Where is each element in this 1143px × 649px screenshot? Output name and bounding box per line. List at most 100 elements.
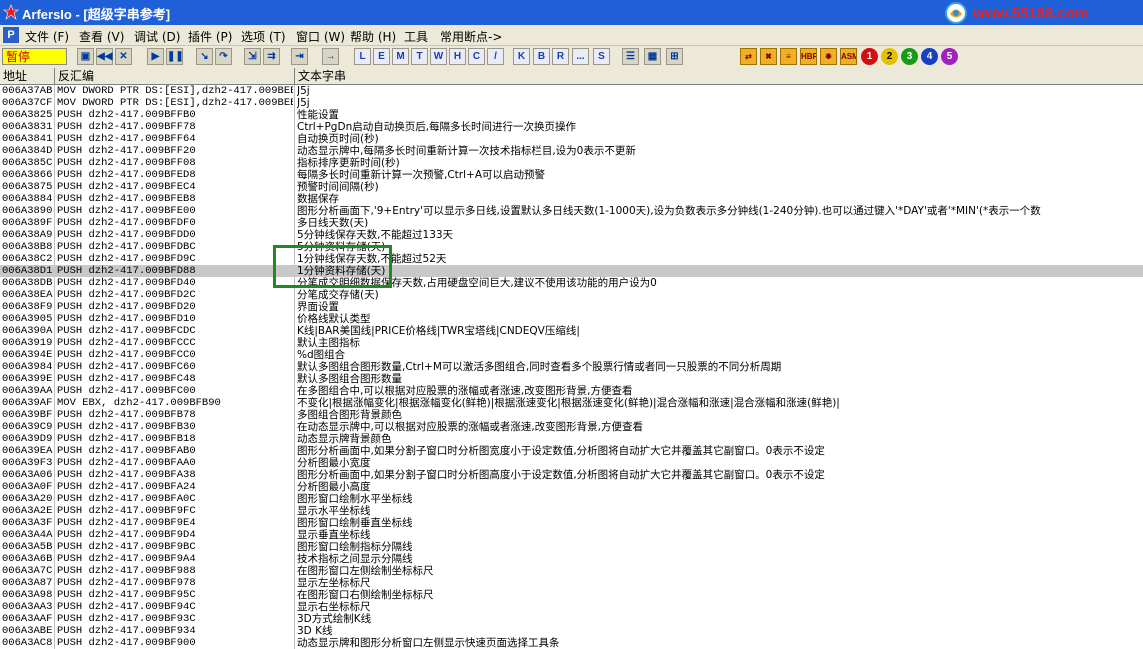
table-row[interactable]: 006A3AC8 PUSH dzh2-417.009BF900 动态显示牌和图形分析… <box>0 637 1143 649</box>
table-row[interactable]: 006A39C9 PUSH dzh2-417.009BFB30 在动态显示牌中,可以… <box>0 421 1143 433</box>
menu-tools[interactable]: 工具 <box>404 28 428 45</box>
table-row[interactable]: 006A37CF MOV DWORD PTR DS:[ESI],dzh2-417.… <box>0 97 1143 109</box>
table-row[interactable]: 006A3ABE PUSH dzh2-417.009BF934 3D K线 <box>0 625 1143 637</box>
open-icon[interactable]: ▣ <box>77 48 94 65</box>
table-row[interactable]: 006A39BF PUSH dzh2-417.009BFB78 多图组合图形背景颜色 <box>0 409 1143 421</box>
menu-file[interactable]: 文件 (F) <box>25 28 69 45</box>
table-row[interactable]: 006A38D1 PUSH dzh2-417.009BFD88 1分钟资料存储(天) <box>0 265 1143 277</box>
breakpoint-5-button[interactable]: 5 <box>941 48 958 65</box>
step-into-icon[interactable]: ↘ <box>196 48 213 65</box>
table-row[interactable]: 006A38DB PUSH dzh2-417.009BFD40 分笔成交明细数据保存… <box>0 277 1143 289</box>
table-row[interactable]: 006A3919 PUSH dzh2-417.009BFCCC 默认主图指标 <box>0 337 1143 349</box>
menu-view[interactable]: 查看 (V) <box>79 28 124 45</box>
run-icon[interactable]: ▶ <box>147 48 164 65</box>
table-row[interactable]: 006A3A3F PUSH dzh2-417.009BF9E4 图形窗口绘制垂直坐标… <box>0 517 1143 529</box>
breakpoint-4-button[interactable]: 4 <box>921 48 938 65</box>
trace-over-icon[interactable]: ⇉ <box>263 48 280 65</box>
breakpoint-3-button[interactable]: 3 <box>901 48 918 65</box>
menu-options[interactable]: 选项 (T) <box>241 28 286 45</box>
table-row[interactable]: 006A3875 PUSH dzh2-417.009BFEC4 预警时间间隔(秒) <box>0 181 1143 193</box>
table-row[interactable]: 006A38EA PUSH dzh2-417.009BFD2C 分笔成交存储(天) <box>0 289 1143 301</box>
toolbar-btn-B[interactable]: B <box>533 48 550 65</box>
table-row[interactable]: 006A38C2 PUSH dzh2-417.009BFD9C 1分钟线保存天数,不… <box>0 253 1143 265</box>
toolbar-btn-M[interactable]: M <box>392 48 409 65</box>
table-row[interactable]: 006A39AF MOV EBX, dzh2-417.009BFB90 不变化|根据… <box>0 397 1143 409</box>
plugin-gear-icon[interactable]: ✹ <box>820 48 837 65</box>
toolbar-btn-more[interactable]: ... <box>572 48 589 65</box>
table-row[interactable]: 006A3831 PUSH dzh2-417.009BFF78 Ctrl+PgDn启… <box>0 121 1143 133</box>
toolbar-btn-E[interactable]: E <box>373 48 390 65</box>
table-row[interactable]: 006A3984 PUSH dzh2-417.009BFC60 默认多图组合图形数量… <box>0 361 1143 373</box>
asm-button[interactable]: ASM <box>840 48 857 65</box>
plugin-script-icon[interactable]: ≡ <box>780 48 797 65</box>
toolbar-btn-T[interactable]: T <box>411 48 428 65</box>
list-icon[interactable]: ☰ <box>622 48 639 65</box>
plugin-cross-icon[interactable]: ✖ <box>760 48 777 65</box>
table-row[interactable]: 006A385C PUSH dzh2-417.009BFF08 指标排序更新时间(秒… <box>0 157 1143 169</box>
step-over-icon[interactable]: ↷ <box>215 48 232 65</box>
toolbar-btn-L[interactable]: L <box>354 48 371 65</box>
hbp-button[interactable]: HBP <box>800 48 817 65</box>
close-icon[interactable]: ✕ <box>115 48 132 65</box>
table-row[interactable]: 006A37AB MOV DWORD PTR DS:[ESI],dzh2-417.… <box>0 85 1143 97</box>
plugin-arrows-icon[interactable]: ⇄ <box>740 48 757 65</box>
column-header-text[interactable]: 文本字串 <box>298 68 346 84</box>
table-row[interactable]: 006A38A9 PUSH dzh2-417.009BFDD0 5分钟线保存天数,不… <box>0 229 1143 241</box>
column-divider[interactable] <box>54 68 55 84</box>
trace-into-icon[interactable]: ⇲ <box>244 48 261 65</box>
menu-plugins[interactable]: 插件 (P) <box>188 28 232 45</box>
table-row[interactable]: 006A399E PUSH dzh2-417.009BFC48 默认多图组合图形数量 <box>0 373 1143 385</box>
table-row[interactable]: 006A3A87 PUSH dzh2-417.009BF978 显示左坐标标尺 <box>0 577 1143 589</box>
toolbar-btn-S[interactable]: S <box>593 48 610 65</box>
table-row[interactable]: 006A3A4A PUSH dzh2-417.009BF9D4 显示垂直坐标线 <box>0 529 1143 541</box>
table-row[interactable]: 006A384D PUSH dzh2-417.009BFF20 动态显示牌中,每隔多… <box>0 145 1143 157</box>
goto-icon[interactable]: → <box>322 48 339 65</box>
breakpoint-2-button[interactable]: 2 <box>881 48 898 65</box>
table-row[interactable]: 006A3905 PUSH dzh2-417.009BFD10 价格线默认类型 <box>0 313 1143 325</box>
table-row[interactable]: 006A3884 PUSH dzh2-417.009BFEB8 数据保存 <box>0 193 1143 205</box>
table-row[interactable]: 006A3890 PUSH dzh2-417.009BFE00 图形分析画面下,'9… <box>0 205 1143 217</box>
menu-window[interactable]: 窗口 (W) <box>296 28 345 45</box>
table-row[interactable]: 006A38F9 PUSH dzh2-417.009BFD20 界面设置 <box>0 301 1143 313</box>
toolbar-btn-W[interactable]: W <box>430 48 447 65</box>
table-row[interactable]: 006A394E PUSH dzh2-417.009BFCC0 %d图组合 <box>0 349 1143 361</box>
menu-help[interactable]: 帮助 (H) <box>350 28 396 45</box>
table-row[interactable]: 006A39EA PUSH dzh2-417.009BFAB0 图形分析画面中,如果… <box>0 445 1143 457</box>
toolbar-btn-C[interactable]: C <box>468 48 485 65</box>
table-row[interactable]: 006A3A5B PUSH dzh2-417.009BF9BC 图形窗口绘制指标分隔… <box>0 541 1143 553</box>
column-divider[interactable] <box>294 68 295 84</box>
table-row[interactable]: 006A390A PUSH dzh2-417.009BFCDC K线|BAR美国线|… <box>0 325 1143 337</box>
table-row[interactable]: 006A3841 PUSH dzh2-417.009BFF64 自动换页时间(秒) <box>0 133 1143 145</box>
table-row[interactable]: 006A3825 PUSH dzh2-417.009BFFB0 性能设置 <box>0 109 1143 121</box>
table-row[interactable]: 006A38B8 PUSH dzh2-417.009BFDBC 5分钟资料存储(天) <box>0 241 1143 253</box>
breakpoint-1-button[interactable]: 1 <box>861 48 878 65</box>
table-row[interactable]: 006A3A7C PUSH dzh2-417.009BF988 在图形窗口左侧绘制坐… <box>0 565 1143 577</box>
table-row[interactable]: 006A39AA PUSH dzh2-417.009BFC00 在多图组合中,可以根… <box>0 385 1143 397</box>
table-row[interactable]: 006A3A98 PUSH dzh2-417.009BF95C 在图形窗口右侧绘制坐… <box>0 589 1143 601</box>
grid-icon[interactable]: ▦ <box>644 48 661 65</box>
rewind-icon[interactable]: ◀◀ <box>96 48 113 65</box>
column-header-address[interactable]: 地址 <box>3 68 27 84</box>
toolbar-btn-R[interactable]: R <box>552 48 569 65</box>
menu-breakpoints[interactable]: 常用断点-> <box>440 28 502 45</box>
options-icon[interactable]: ⊞ <box>666 48 683 65</box>
toolbar-btn-slash[interactable]: / <box>487 48 504 65</box>
toolbar-btn-K[interactable]: K <box>513 48 530 65</box>
toolbar-btn-H[interactable]: H <box>449 48 466 65</box>
menu-debug[interactable]: 调试 (D) <box>134 28 180 45</box>
table-row[interactable]: 006A3AA3 PUSH dzh2-417.009BF94C 显示右坐标标尺 <box>0 601 1143 613</box>
table-row[interactable]: 006A3A2E PUSH dzh2-417.009BF9FC 显示水平坐标线 <box>0 505 1143 517</box>
table-row[interactable]: 006A3A20 PUSH dzh2-417.009BFA0C 图形窗口绘制水平坐标… <box>0 493 1143 505</box>
pause-icon[interactable]: ❚❚ <box>166 48 184 65</box>
system-menu-icon[interactable]: P <box>3 27 19 43</box>
execute-till-return-icon[interactable]: ⇥ <box>291 48 308 65</box>
table-row[interactable]: 006A3AAF PUSH dzh2-417.009BF93C 3D方式绘制K线 <box>0 613 1143 625</box>
table-row[interactable]: 006A39F3 PUSH dzh2-417.009BFAA0 分析图最小宽度 <box>0 457 1143 469</box>
table-row[interactable]: 006A3A0F PUSH dzh2-417.009BFA24 分析图最小高度 <box>0 481 1143 493</box>
table-row[interactable]: 006A3A6B PUSH dzh2-417.009BF9A4 技术指标之间显示分隔… <box>0 553 1143 565</box>
column-header-disasm[interactable]: 反汇编 <box>58 68 94 84</box>
table-row[interactable]: 006A39D9 PUSH dzh2-417.009BFB18 动态显示牌背景颜色 <box>0 433 1143 445</box>
table-row[interactable]: 006A3A06 PUSH dzh2-417.009BFA38 图形分析画面中,如果… <box>0 469 1143 481</box>
table-row[interactable]: 006A3866 PUSH dzh2-417.009BFED8 每隔多长时间重新计算… <box>0 169 1143 181</box>
table-row[interactable]: 006A389F PUSH dzh2-417.009BFDF0 多日线天数(天) <box>0 217 1143 229</box>
